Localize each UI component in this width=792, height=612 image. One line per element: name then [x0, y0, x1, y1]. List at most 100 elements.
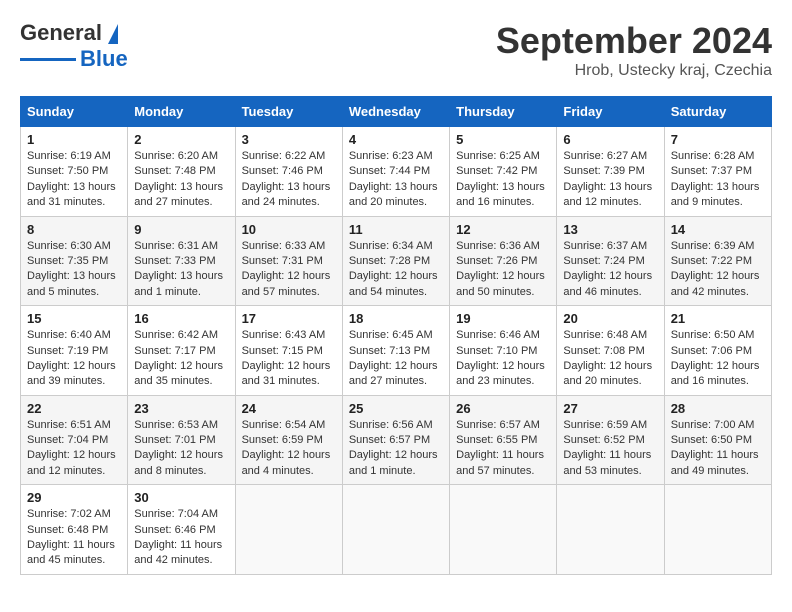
title-block: September 2024 Hrob, Ustecky kraj, Czech… [496, 20, 772, 80]
day-info: Sunrise: 6:53 AMSunset: 7:01 PMDaylight:… [134, 418, 228, 480]
calendar-cell: 18 Sunrise: 6:45 AMSunset: 7:13 PMDaylig… [342, 306, 449, 396]
day-info: Sunrise: 6:28 AMSunset: 7:37 PMDaylight:… [671, 149, 765, 211]
day-info: Sunrise: 7:04 AMSunset: 6:46 PMDaylight:… [134, 507, 228, 569]
day-info: Sunrise: 6:56 AMSunset: 6:57 PMDaylight:… [349, 418, 443, 480]
day-info: Sunrise: 6:54 AMSunset: 6:59 PMDaylight:… [242, 418, 336, 480]
logo-line [20, 58, 76, 61]
day-info: Sunrise: 6:48 AMSunset: 7:08 PMDaylight:… [563, 328, 657, 390]
day-info: Sunrise: 6:34 AMSunset: 7:28 PMDaylight:… [349, 239, 443, 301]
calendar-cell: 1 Sunrise: 6:19 AMSunset: 7:50 PMDayligh… [21, 127, 128, 217]
day-number: 3 [242, 132, 336, 147]
calendar-week-row: 1 Sunrise: 6:19 AMSunset: 7:50 PMDayligh… [21, 127, 772, 217]
calendar-cell: 27 Sunrise: 6:59 AMSunset: 6:52 PMDaylig… [557, 395, 664, 485]
day-number: 17 [242, 311, 336, 326]
day-info: Sunrise: 6:37 AMSunset: 7:24 PMDaylight:… [563, 239, 657, 301]
calendar-cell: 21 Sunrise: 6:50 AMSunset: 7:06 PMDaylig… [664, 306, 771, 396]
day-number: 19 [456, 311, 550, 326]
day-info: Sunrise: 6:20 AMSunset: 7:48 PMDaylight:… [134, 149, 228, 211]
day-info: Sunrise: 6:30 AMSunset: 7:35 PMDaylight:… [27, 239, 121, 301]
calendar-cell: 29 Sunrise: 7:02 AMSunset: 6:48 PMDaylig… [21, 485, 128, 575]
day-number: 10 [242, 222, 336, 237]
day-info: Sunrise: 6:42 AMSunset: 7:17 PMDaylight:… [134, 328, 228, 390]
day-number: 20 [563, 311, 657, 326]
day-info: Sunrise: 6:25 AMSunset: 7:42 PMDaylight:… [456, 149, 550, 211]
day-info: Sunrise: 6:19 AMSunset: 7:50 PMDaylight:… [27, 149, 121, 211]
calendar-cell: 23 Sunrise: 6:53 AMSunset: 7:01 PMDaylig… [128, 395, 235, 485]
location-title: Hrob, Ustecky kraj, Czechia [496, 62, 772, 80]
day-info: Sunrise: 6:36 AMSunset: 7:26 PMDaylight:… [456, 239, 550, 301]
day-info: Sunrise: 6:39 AMSunset: 7:22 PMDaylight:… [671, 239, 765, 301]
col-monday: Monday [128, 97, 235, 127]
calendar-cell [557, 485, 664, 575]
calendar-cell [664, 485, 771, 575]
calendar-header-row: Sunday Monday Tuesday Wednesday Thursday… [21, 97, 772, 127]
calendar-cell: 13 Sunrise: 6:37 AMSunset: 7:24 PMDaylig… [557, 216, 664, 306]
logo-triangle-icon [108, 24, 118, 44]
day-number: 13 [563, 222, 657, 237]
logo-general: General [20, 20, 102, 46]
day-info: Sunrise: 6:43 AMSunset: 7:15 PMDaylight:… [242, 328, 336, 390]
calendar-cell: 20 Sunrise: 6:48 AMSunset: 7:08 PMDaylig… [557, 306, 664, 396]
day-info: Sunrise: 6:51 AMSunset: 7:04 PMDaylight:… [27, 418, 121, 480]
col-wednesday: Wednesday [342, 97, 449, 127]
calendar-cell: 3 Sunrise: 6:22 AMSunset: 7:46 PMDayligh… [235, 127, 342, 217]
day-number: 9 [134, 222, 228, 237]
col-friday: Friday [557, 97, 664, 127]
calendar-cell: 17 Sunrise: 6:43 AMSunset: 7:15 PMDaylig… [235, 306, 342, 396]
calendar-cell [342, 485, 449, 575]
day-number: 28 [671, 401, 765, 416]
day-number: 7 [671, 132, 765, 147]
calendar-cell: 26 Sunrise: 6:57 AMSunset: 6:55 PMDaylig… [450, 395, 557, 485]
day-number: 16 [134, 311, 228, 326]
day-info: Sunrise: 6:22 AMSunset: 7:46 PMDaylight:… [242, 149, 336, 211]
calendar-cell [450, 485, 557, 575]
day-info: Sunrise: 6:50 AMSunset: 7:06 PMDaylight:… [671, 328, 765, 390]
calendar-cell: 12 Sunrise: 6:36 AMSunset: 7:26 PMDaylig… [450, 216, 557, 306]
day-info: Sunrise: 6:40 AMSunset: 7:19 PMDaylight:… [27, 328, 121, 390]
calendar-week-row: 15 Sunrise: 6:40 AMSunset: 7:19 PMDaylig… [21, 306, 772, 396]
col-saturday: Saturday [664, 97, 771, 127]
day-number: 11 [349, 222, 443, 237]
calendar-cell: 5 Sunrise: 6:25 AMSunset: 7:42 PMDayligh… [450, 127, 557, 217]
day-number: 1 [27, 132, 121, 147]
day-number: 12 [456, 222, 550, 237]
day-number: 15 [27, 311, 121, 326]
day-number: 21 [671, 311, 765, 326]
logo-blue: Blue [80, 46, 128, 72]
calendar-cell: 2 Sunrise: 6:20 AMSunset: 7:48 PMDayligh… [128, 127, 235, 217]
day-number: 18 [349, 311, 443, 326]
calendar-cell: 6 Sunrise: 6:27 AMSunset: 7:39 PMDayligh… [557, 127, 664, 217]
calendar-cell: 11 Sunrise: 6:34 AMSunset: 7:28 PMDaylig… [342, 216, 449, 306]
day-number: 14 [671, 222, 765, 237]
day-info: Sunrise: 6:57 AMSunset: 6:55 PMDaylight:… [456, 418, 550, 480]
calendar-cell: 28 Sunrise: 7:00 AMSunset: 6:50 PMDaylig… [664, 395, 771, 485]
page-header: General Blue September 2024 Hrob, Usteck… [20, 20, 772, 80]
logo: General Blue [20, 20, 128, 72]
col-tuesday: Tuesday [235, 97, 342, 127]
day-info: Sunrise: 7:02 AMSunset: 6:48 PMDaylight:… [27, 507, 121, 569]
col-sunday: Sunday [21, 97, 128, 127]
day-number: 26 [456, 401, 550, 416]
day-number: 23 [134, 401, 228, 416]
day-number: 6 [563, 132, 657, 147]
calendar-cell: 24 Sunrise: 6:54 AMSunset: 6:59 PMDaylig… [235, 395, 342, 485]
calendar-cell: 10 Sunrise: 6:33 AMSunset: 7:31 PMDaylig… [235, 216, 342, 306]
day-number: 22 [27, 401, 121, 416]
day-number: 27 [563, 401, 657, 416]
day-number: 5 [456, 132, 550, 147]
month-title: September 2024 [496, 20, 772, 62]
calendar-cell: 14 Sunrise: 6:39 AMSunset: 7:22 PMDaylig… [664, 216, 771, 306]
day-info: Sunrise: 7:00 AMSunset: 6:50 PMDaylight:… [671, 418, 765, 480]
day-info: Sunrise: 6:23 AMSunset: 7:44 PMDaylight:… [349, 149, 443, 211]
calendar-table: Sunday Monday Tuesday Wednesday Thursday… [20, 96, 772, 575]
calendar-cell: 22 Sunrise: 6:51 AMSunset: 7:04 PMDaylig… [21, 395, 128, 485]
day-number: 30 [134, 490, 228, 505]
day-number: 24 [242, 401, 336, 416]
calendar-cell: 4 Sunrise: 6:23 AMSunset: 7:44 PMDayligh… [342, 127, 449, 217]
day-info: Sunrise: 6:45 AMSunset: 7:13 PMDaylight:… [349, 328, 443, 390]
day-info: Sunrise: 6:46 AMSunset: 7:10 PMDaylight:… [456, 328, 550, 390]
calendar-week-row: 29 Sunrise: 7:02 AMSunset: 6:48 PMDaylig… [21, 485, 772, 575]
day-number: 8 [27, 222, 121, 237]
calendar-week-row: 8 Sunrise: 6:30 AMSunset: 7:35 PMDayligh… [21, 216, 772, 306]
calendar-cell: 9 Sunrise: 6:31 AMSunset: 7:33 PMDayligh… [128, 216, 235, 306]
